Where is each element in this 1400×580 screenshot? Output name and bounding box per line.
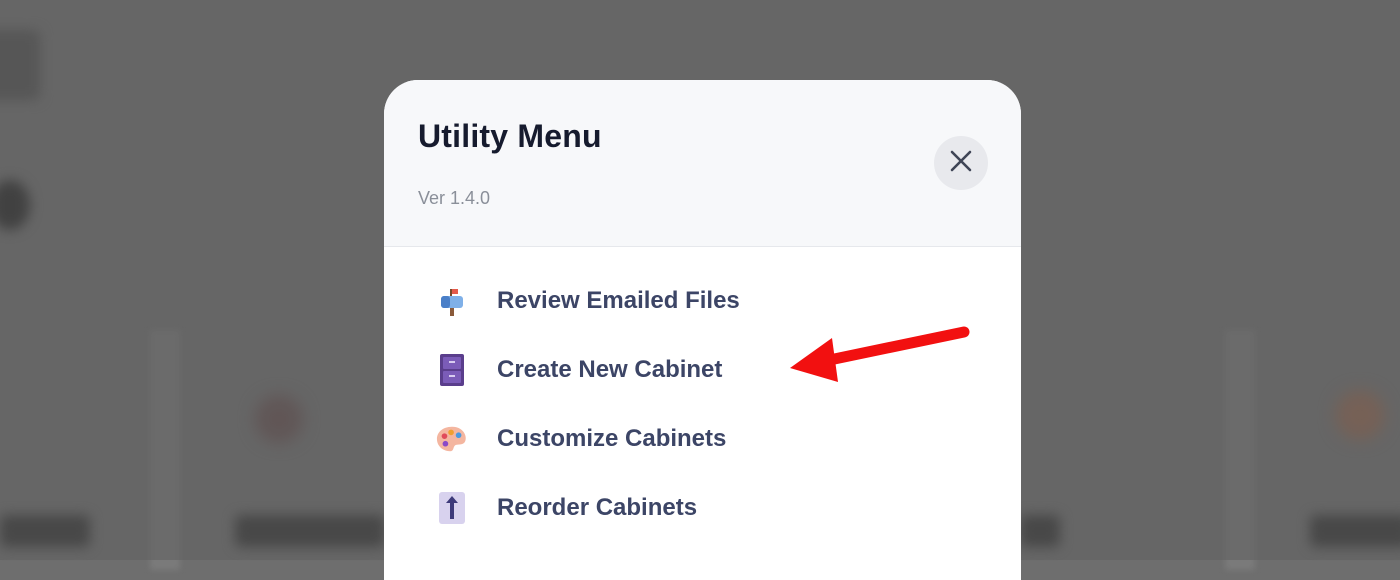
reorder-icon (436, 491, 468, 524)
menu-item-label: Create New Cabinet (497, 355, 723, 383)
menu-item-label: Reorder Cabinets (497, 493, 698, 521)
palette-icon (436, 423, 468, 455)
menu-item-label: Review Emailed Files (497, 286, 740, 314)
modal-title: Utility Menu (418, 118, 602, 154)
close-icon (949, 149, 973, 178)
file-cabinet-icon (436, 353, 468, 386)
annotation-arrow (790, 326, 970, 382)
menu-item-reorder-cabinets[interactable]: Reorder Cabinets (384, 473, 1021, 542)
modal-header: Utility Menu Ver 1.4.0 (384, 80, 1021, 247)
version-label: Ver 1.4.0 (418, 188, 491, 208)
menu-item-customize-cabinets[interactable]: Customize Cabinets (384, 404, 1021, 473)
menu-list: Review Emailed Files Create New Cabinet (384, 266, 1021, 542)
mailbox-icon (436, 285, 468, 317)
close-button[interactable] (934, 136, 988, 190)
menu-item-label: Customize Cabinets (497, 424, 727, 452)
